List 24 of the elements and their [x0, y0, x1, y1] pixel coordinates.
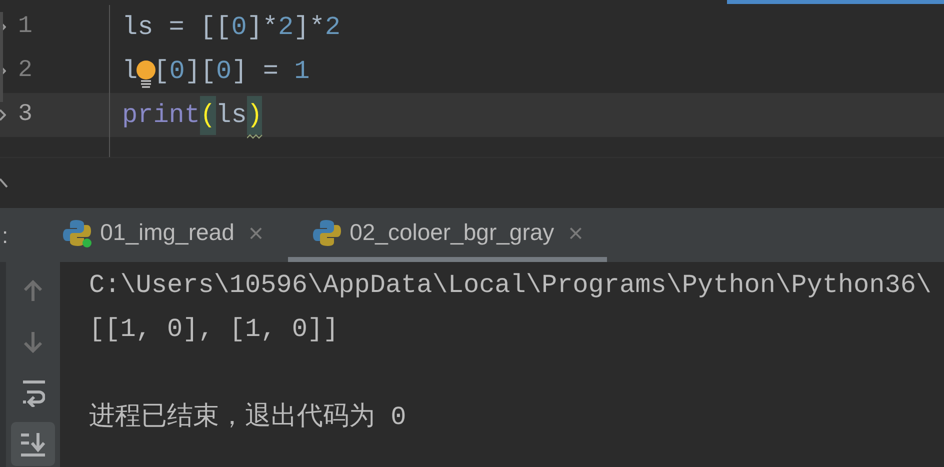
python-icon — [62, 218, 92, 248]
code-line: l [0][0] = 1 — [110, 49, 944, 93]
run-tab[interactable]: 01_img_read × — [38, 208, 288, 262]
tab-title: 02_coloer_bgr_gray — [350, 218, 554, 248]
collapse-chevron-icon — [0, 178, 8, 188]
run-label: : — [2, 222, 8, 250]
console-output-line: 进程已结束，退出代码为 0 — [89, 400, 408, 434]
code-line: ls = [[0]*2]*2 — [121, 10, 342, 44]
console-output-line: C:\Users\10596\AppData\Local\Programs\Python\Python36\ — [89, 268, 933, 302]
python-icon — [312, 218, 342, 248]
tab-title: 01_img_read — [100, 218, 234, 248]
line-number: 2 — [18, 59, 32, 83]
line-number: 1 — [18, 15, 32, 39]
console-output-line: [[1, 0], [1, 0]] — [89, 312, 340, 346]
soft-wrap-icon — [21, 379, 45, 407]
down-arrow-icon — [23, 331, 43, 353]
up-arrow-icon — [23, 280, 43, 302]
run-tab[interactable]: 02_coloer_bgr_gray × — [288, 208, 608, 262]
scroll-to-end-icon — [20, 431, 46, 457]
line-number: 3 — [18, 103, 32, 127]
lightbulb-icon — [136, 60, 156, 88]
console-tool-button[interactable] — [11, 422, 55, 466]
code-line: print(ls) — [110, 93, 944, 137]
fold-chevron-icon — [0, 108, 6, 122]
